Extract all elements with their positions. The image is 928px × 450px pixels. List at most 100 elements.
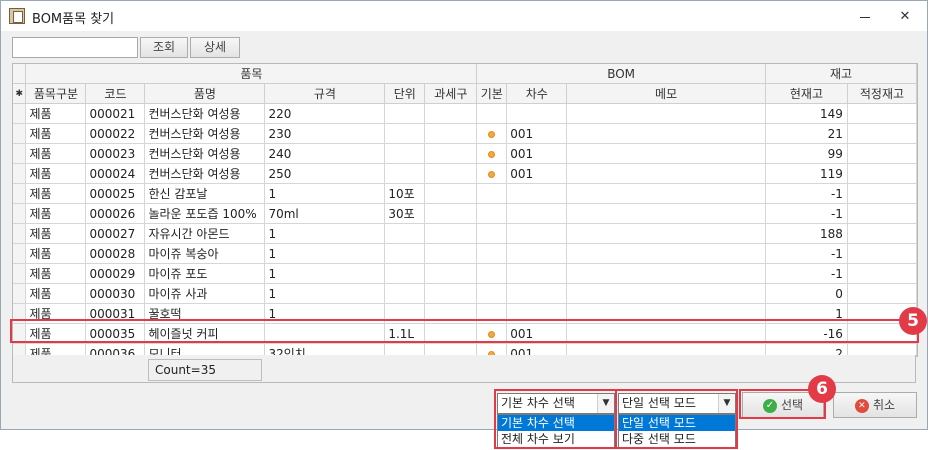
- cell-basic: [476, 223, 508, 244]
- cell-memo: [566, 123, 766, 144]
- cell-name: 놀라운 포도즙 100%: [144, 203, 266, 224]
- cell-stock: -1: [765, 183, 848, 204]
- cell-unit: 30포: [384, 203, 426, 224]
- cell-code: 000023: [85, 143, 146, 164]
- cell-tax: [424, 103, 478, 124]
- row-header[interactable]: [13, 323, 27, 344]
- cell-stock: 99: [765, 143, 848, 164]
- row-header[interactable]: [13, 243, 27, 264]
- cell-tax: [424, 123, 478, 144]
- column-header[interactable]: 품목구분: [25, 83, 87, 104]
- row-header[interactable]: [13, 223, 27, 244]
- chevron-down-icon[interactable]: ▼: [597, 394, 614, 413]
- cell-tax: [424, 143, 478, 164]
- group-header-bom: BOM: [476, 64, 766, 84]
- table-row[interactable]: 제품 000029 마이쥬 포도 1 -1: [13, 263, 917, 284]
- row-header[interactable]: [13, 203, 27, 224]
- cell-optimal: [847, 263, 917, 284]
- cell-unit: 1.1L: [384, 323, 426, 344]
- row-header[interactable]: [13, 183, 27, 204]
- column-header[interactable]: 기본: [476, 83, 508, 104]
- row-header[interactable]: [13, 263, 27, 284]
- search-input[interactable]: [12, 37, 138, 58]
- cell-name: 컨버스단화 여성용: [144, 163, 266, 184]
- cell-basic: [476, 323, 508, 344]
- row-header-corner: [13, 64, 27, 84]
- column-header[interactable]: 단위: [384, 83, 426, 104]
- row-header[interactable]: [13, 163, 27, 184]
- cell-unit: [384, 283, 426, 304]
- cell-type: 제품: [25, 263, 87, 284]
- detail-button[interactable]: 상세: [190, 37, 240, 58]
- column-header[interactable]: 차수: [506, 83, 568, 104]
- mode-option-multi[interactable]: 다중 선택 모드: [619, 431, 735, 447]
- cell-spec: 1: [264, 243, 386, 264]
- cell-name: 꿀호떡: [144, 303, 266, 324]
- table-row[interactable]: 제품 000027 자유시간 아몬드 1 188: [13, 223, 917, 244]
- cell-rev: [506, 243, 568, 264]
- cell-basic: [476, 143, 508, 164]
- table-row[interactable]: 제품 000035 헤이즐넛 커피 1.1L 001 -16: [13, 323, 917, 344]
- mode-option-single[interactable]: 단일 선택 모드: [619, 415, 735, 431]
- step-badge-5: 5: [899, 307, 927, 335]
- table-row[interactable]: 제품 000030 마이쥬 사과 1 0: [13, 283, 917, 304]
- cell-code: 000030: [85, 283, 146, 304]
- cell-rev: [506, 263, 568, 284]
- column-header[interactable]: 규격: [264, 83, 386, 104]
- item-table: 품목 BOM 재고 ✱ 품목구분 코드 품명 규격 단위 과세구 기본 차수 메모 현재고 적정재고…: [13, 64, 917, 356]
- table-row[interactable]: 제품 000025 한신 감포날 1 10포 -1: [13, 183, 917, 204]
- cell-unit: 10포: [384, 183, 426, 204]
- cell-stock: 0: [765, 283, 848, 304]
- table-row[interactable]: 제품 000026 놀라운 포도즙 100% 70ml 30포 -1: [13, 203, 917, 224]
- cell-name: 마이쥬 복숭아: [144, 243, 266, 264]
- cell-spec: 220: [264, 103, 386, 124]
- chevron-down-icon[interactable]: ▼: [718, 394, 735, 413]
- column-header[interactable]: 과세구: [424, 83, 478, 104]
- cell-code: 000029: [85, 263, 146, 284]
- cell-spec: 1: [264, 283, 386, 304]
- cell-unit: [384, 163, 426, 184]
- column-header[interactable]: 품명: [144, 83, 266, 104]
- table-row[interactable]: 제품 000021 컨버스단화 여성용 220 149: [13, 103, 917, 124]
- table-row[interactable]: 제품 000028 마이쥬 복숭아 1 -1: [13, 243, 917, 264]
- cell-memo: [566, 303, 766, 324]
- basic-dot-icon: [488, 330, 496, 338]
- row-header[interactable]: [13, 303, 27, 324]
- table-row[interactable]: 제품 000023 컨버스단화 여성용 240 001 99: [13, 143, 917, 164]
- column-header[interactable]: 적정재고: [847, 83, 917, 104]
- version-option-all[interactable]: 전체 차수 보기: [498, 431, 614, 447]
- mode-select[interactable]: 단일 선택 모드 ▼: [618, 393, 736, 414]
- cancel-button[interactable]: ✕ 취소: [833, 392, 917, 418]
- row-header[interactable]: [13, 143, 27, 164]
- cell-tax: [424, 323, 478, 344]
- row-header[interactable]: [13, 123, 27, 144]
- row-header[interactable]: [13, 103, 27, 124]
- cell-tax: [424, 203, 478, 224]
- cell-code: 000025: [85, 183, 146, 204]
- cell-stock: -16: [765, 323, 848, 344]
- table-row[interactable]: 제품 000031 꿀호떡 1 1: [13, 303, 917, 324]
- query-button[interactable]: 조회: [140, 37, 188, 58]
- table-row[interactable]: 제품 000024 컨버스단화 여성용 250 001 119: [13, 163, 917, 184]
- minimize-button[interactable]: [851, 5, 879, 27]
- cell-rev: [506, 203, 568, 224]
- cell-basic: [476, 203, 508, 224]
- table-row[interactable]: 제품 000022 컨버스단화 여성용 230 001 21: [13, 123, 917, 144]
- column-header[interactable]: 메모: [566, 83, 766, 104]
- close-button[interactable]: [891, 5, 919, 27]
- column-header[interactable]: 코드: [85, 83, 146, 104]
- cell-unit: [384, 303, 426, 324]
- cell-memo: [566, 283, 766, 304]
- cell-unit: [384, 143, 426, 164]
- column-header[interactable]: 현재고: [765, 83, 848, 104]
- row-header[interactable]: [13, 283, 27, 304]
- mode-select-options: 단일 선택 모드 다중 선택 모드: [618, 414, 736, 449]
- cell-type: 제품: [25, 203, 87, 224]
- basic-dot-icon: [488, 150, 496, 158]
- version-select[interactable]: 기본 차수 선택 ▼: [497, 393, 615, 414]
- version-option-basic[interactable]: 기본 차수 선택: [498, 415, 614, 431]
- cell-spec: 230: [264, 123, 386, 144]
- record-count: Count=35: [148, 359, 262, 381]
- check-icon: ✓: [762, 398, 777, 413]
- cell-memo: [566, 243, 766, 264]
